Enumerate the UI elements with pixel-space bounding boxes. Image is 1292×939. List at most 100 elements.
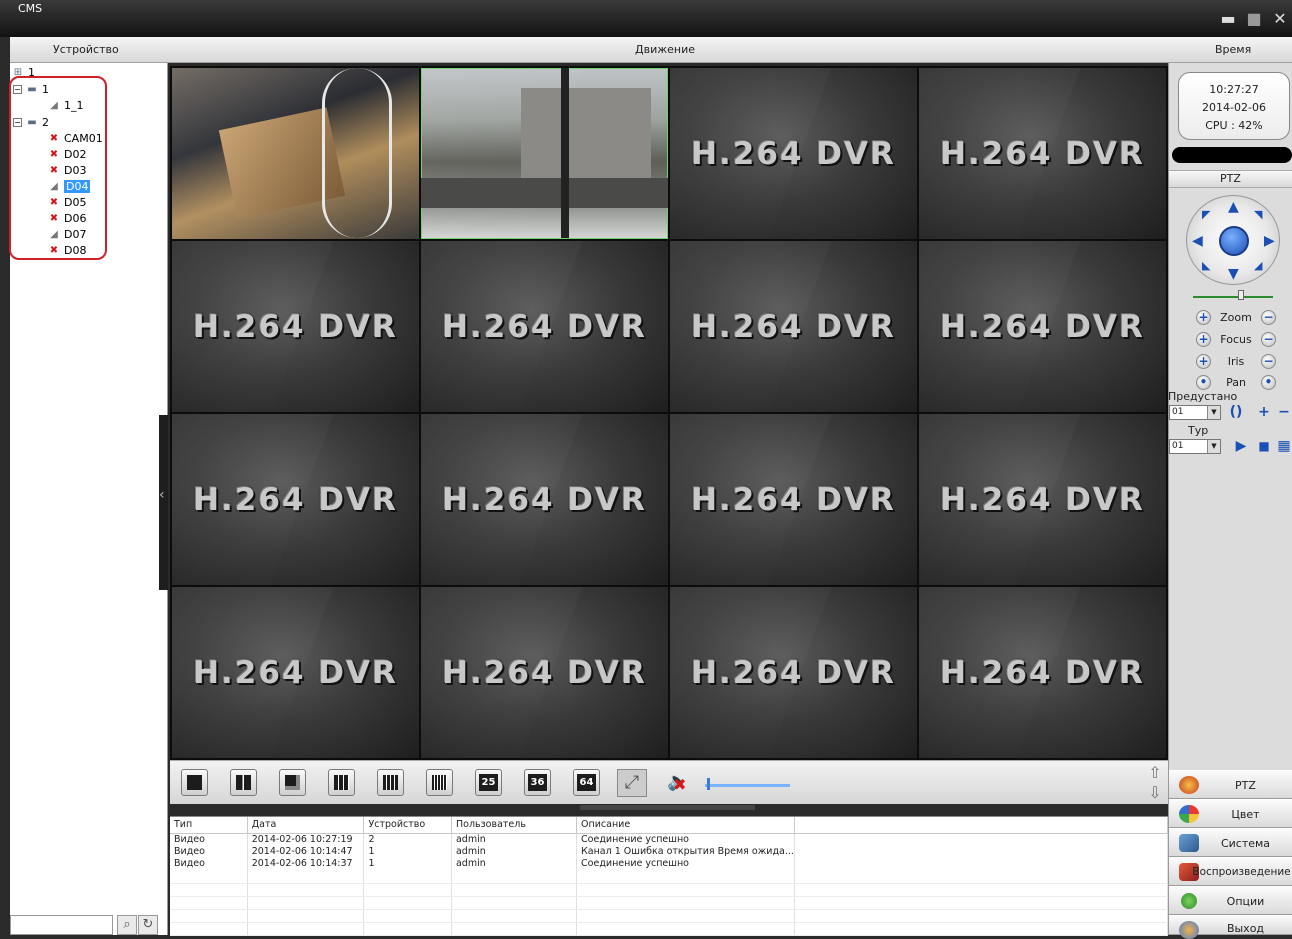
menu-system[interactable]: Система [1169,828,1292,857]
event-log-table: Тип Дата Устройство Пользователь Описани… [170,817,1169,936]
tour-grid-icon[interactable]: ▦ [1276,438,1292,454]
tour-select[interactable]: 01 ▼ [1169,439,1221,454]
menu-color[interactable]: Цвет [1169,799,1292,828]
ptz-right-icon[interactable]: ▶ [1264,234,1275,248]
dvr-logo: H.264 DVR [940,308,1145,345]
video-tile-4[interactable]: H.264 DVR [919,68,1166,239]
tour-stop-icon[interactable]: ■ [1256,438,1272,454]
table-row[interactable]: Видео 2014-02-06 10:27:19 2 admin Соедин… [170,833,1169,846]
column-header[interactable]: Дата [247,817,365,834]
iris-open-button[interactable]: + [1196,353,1211,369]
column-header[interactable]: Устройство [363,817,452,834]
focus-out-button[interactable]: − [1260,331,1276,347]
video-tile-3[interactable]: H.264 DVR [670,68,917,239]
ptz-direction-pad[interactable]: ▲ ▼ ◀ ▶ ◤ ◥ ◣ ◢ [1186,195,1280,285]
ptz-up-right-icon[interactable]: ◥ [1254,208,1262,222]
chevron-left-icon: ‹ [159,487,165,503]
tour-play-icon[interactable]: ▶ [1233,438,1249,454]
pan-start-button[interactable]: • [1196,374,1211,390]
ptz-down-icon[interactable]: ▼ [1228,267,1239,281]
menu-options[interactable]: Опции [1169,886,1292,915]
close-button[interactable]: ✕ [1270,10,1290,28]
video-tile-10[interactable]: H.264 DVR [421,414,668,585]
focus-control: + Focus − [1196,330,1276,348]
menu-exit[interactable]: Выход [1169,915,1292,939]
layout-6-button[interactable] [279,769,306,796]
table-cell: Видео [170,858,248,871]
layout-16-button[interactable] [377,769,404,796]
table-row [170,896,1169,910]
volume-slider[interactable] [705,784,790,787]
ptz-speed-handle[interactable] [1238,290,1244,300]
chevron-down-icon: ▼ [1207,440,1220,453]
scroll-down-icon[interactable]: ⇩ [1144,783,1166,803]
pan-stop-button[interactable]: • [1260,374,1276,390]
preset-add-icon[interactable]: + [1256,404,1272,420]
preset-select[interactable]: 01 ▼ [1169,405,1221,420]
focus-in-button[interactable]: + [1196,331,1211,347]
video-tile-9[interactable]: H.264 DVR [172,414,419,585]
menu-ptz[interactable]: PTZ [1169,770,1292,799]
table-cell: Соединение успешно [576,858,795,871]
video-tile-2[interactable] [421,68,668,239]
fullscreen-icon[interactable]: ⤢ [617,769,647,797]
video-tile-14[interactable]: H.264 DVR [421,587,668,758]
mute-icon[interactable]: 🔈 ✖ [667,771,689,794]
column-header[interactable]: Описание [576,817,795,834]
video-tile-6[interactable]: H.264 DVR [421,241,668,412]
table-cell: 1 [363,858,452,871]
refresh-icon[interactable]: ↻ [138,915,158,935]
column-header[interactable]: Тип [170,817,248,834]
menu-options-label: Опции [1226,895,1265,908]
volume-slider-handle[interactable] [707,778,710,790]
ptz-down-right-icon[interactable]: ◢ [1254,259,1262,273]
table-row[interactable]: Видео 2014-02-06 10:14:37 1 admin Соедин… [170,858,1169,871]
layout-1-button[interactable] [181,769,208,796]
panel-collapse-handle[interactable]: ‹ [159,415,168,590]
video-tile-7[interactable]: H.264 DVR [670,241,917,412]
layout-toolbar: 25 36 64 ⤢ 🔈 ✖ ⇧ ⇩ [170,760,1168,810]
layout-9-button[interactable] [328,769,355,796]
ptz-down-left-icon[interactable]: ◣ [1202,259,1210,273]
layout-4-button[interactable] [230,769,257,796]
table-cell [794,858,1169,871]
search-icon[interactable]: ⌕ [117,915,137,935]
ptz-up-left-icon[interactable]: ◤ [1202,208,1210,222]
menu-playback[interactable]: Воспроизведение [1169,857,1292,886]
scroll-up-icon[interactable]: ⇧ [1144,763,1166,783]
table-row[interactable]: Видео 2014-02-06 10:14:47 1 admin Канал … [170,845,1169,858]
layout-1-icon [187,775,202,790]
log-resize-handle[interactable] [580,805,755,810]
event-log: Тип Дата Устройство Пользователь Описани… [170,816,1169,936]
maximize-button[interactable]: ■ [1244,10,1264,28]
video-tile-16[interactable]: H.264 DVR [919,587,1166,758]
layout-16b-button[interactable] [426,769,453,796]
video-tile-5[interactable]: H.264 DVR [172,241,419,412]
zoom-in-button[interactable]: + [1196,309,1211,325]
ptz-left-icon[interactable]: ◀ [1192,234,1203,248]
preset-call-icon[interactable]: () [1228,404,1244,420]
video-tile-13[interactable]: H.264 DVR [172,587,419,758]
layout-36-button[interactable]: 36 [524,769,551,796]
ptz-up-icon[interactable]: ▲ [1228,200,1239,214]
video-tile-12[interactable]: H.264 DVR [919,414,1166,585]
layout-25-button[interactable]: 25 [475,769,502,796]
menu-exit-label: Выход [1226,922,1265,935]
layout-64-button[interactable]: 64 [573,769,600,796]
minimize-button[interactable]: ▬ [1218,10,1238,28]
video-tile-8[interactable]: H.264 DVR [919,241,1166,412]
layout-25-label: 25 [479,774,498,791]
zoom-out-button[interactable]: − [1261,309,1276,325]
video-tile-15[interactable]: H.264 DVR [670,587,917,758]
video-tile-11[interactable]: H.264 DVR [670,414,917,585]
video-tile-1[interactable] [172,68,419,239]
ptz-speed-slider[interactable] [1193,296,1273,298]
video-grid: H.264 DVR H.264 DVR H.264 DVR H.264 DVR … [170,66,1168,760]
layout-6-icon [285,775,300,790]
preset-remove-icon[interactable]: − [1276,404,1292,420]
device-search-input[interactable] [10,915,113,935]
column-header[interactable]: Пользователь [451,817,578,834]
dvr-logo: H.264 DVR [193,481,398,518]
ptz-center-icon[interactable] [1219,226,1249,256]
iris-close-button[interactable]: − [1261,353,1276,369]
